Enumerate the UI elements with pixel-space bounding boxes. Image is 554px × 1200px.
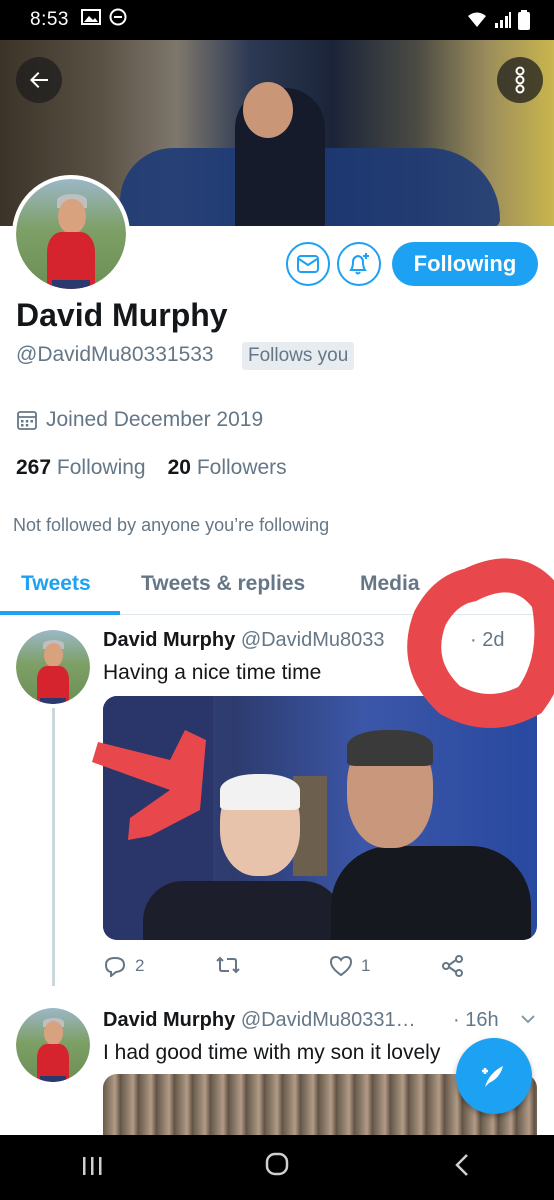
photo-person-2-hair — [347, 730, 433, 766]
tweet-photo[interactable] — [103, 696, 537, 940]
tweet-actions: 2 1 — [103, 955, 537, 985]
followers-count: 20 — [167, 456, 191, 479]
tab-media[interactable]: Media — [360, 572, 420, 596]
photo-person-1-hair — [220, 774, 300, 810]
bell-plus-icon — [349, 253, 369, 275]
message-button[interactable] — [286, 242, 330, 286]
reply-button[interactable]: 2 — [103, 955, 144, 977]
followers-count-link[interactable]: 20 Followers — [168, 456, 287, 480]
gallery-icon — [80, 9, 101, 31]
back-button[interactable] — [16, 57, 62, 103]
joined-label: Joined December 2019 — [46, 408, 264, 431]
following-label: Following — [56, 456, 146, 479]
status-right — [466, 10, 530, 30]
status-bar: 8:53 — [0, 0, 554, 40]
compose-icon — [482, 1066, 503, 1087]
dnd-icon — [109, 8, 127, 32]
avatar-legs — [40, 698, 66, 704]
notifications-button[interactable] — [337, 242, 381, 286]
heart-icon — [329, 955, 353, 977]
profile-avatar[interactable] — [12, 175, 130, 293]
profile-handle: @DavidMu80331533 — [16, 343, 214, 366]
tweet-text: Having a nice time time — [103, 661, 322, 684]
follow-counts: 267 Following 20 Followers — [16, 456, 287, 480]
avatar-face — [57, 198, 87, 234]
retweet-icon — [216, 956, 240, 974]
reply-icon — [104, 956, 126, 977]
compose-button[interactable] — [456, 1038, 532, 1114]
envelope-icon — [297, 255, 319, 273]
photo-person-1 — [143, 881, 343, 940]
avatar-photo — [16, 179, 126, 289]
photo-person-2 — [331, 846, 531, 940]
home-icon[interactable] — [247, 1151, 307, 1185]
tweet-author-name: David Murphy — [103, 1009, 236, 1031]
retweet-button[interactable] — [215, 955, 241, 975]
followers-label: Followers — [196, 456, 287, 479]
tweet-author-name: David Murphy — [103, 629, 236, 651]
like-button[interactable]: 1 — [329, 955, 370, 977]
share-button[interactable] — [441, 955, 465, 977]
share-icon — [442, 955, 463, 977]
not-followed-note: Not followed by anyone you’re following — [13, 515, 330, 535]
tab-tweets-replies[interactable]: Tweets & replies — [141, 572, 305, 596]
chevron-down-icon[interactable] — [520, 1008, 536, 1031]
tab-tweets[interactable]: Tweets — [21, 572, 91, 596]
tweet-avatar[interactable] — [16, 630, 90, 704]
banner-head — [243, 82, 293, 138]
wifi-icon — [468, 12, 486, 27]
joined-date: Joined December 2019 — [16, 408, 263, 432]
tweet-author-handle: @DavidMu8033 — [240, 629, 385, 651]
profile-tabs: Tweets Tweets & replies Media — [0, 560, 554, 615]
recent-apps-icon[interactable] — [62, 1151, 122, 1185]
system-nav-bar — [0, 1135, 554, 1200]
like-count: 1 — [361, 956, 371, 975]
following-button[interactable]: Following — [392, 242, 538, 286]
back-nav-icon[interactable] — [432, 1151, 492, 1185]
more-options-button[interactable] — [497, 57, 543, 103]
reply-count: 2 — [135, 956, 145, 975]
tweet-header[interactable]: David Murphy @DavidMu80331… — [103, 1009, 416, 1032]
arrow-left-icon — [30, 72, 48, 88]
signal-icon — [495, 12, 511, 28]
tweet-time: · 2d — [470, 629, 505, 651]
thread-line — [52, 708, 55, 986]
following-count: 267 — [16, 456, 52, 479]
calendar-icon — [17, 411, 37, 430]
tweet-avatar-photo — [16, 630, 90, 704]
battery-icon — [518, 10, 530, 30]
active-tab-indicator — [0, 611, 120, 615]
tweet-header[interactable]: David Murphy @DavidMu8033 — [103, 629, 385, 652]
tweet-avatar-photo — [16, 1008, 90, 1082]
tweet-time: · 16h — [453, 1009, 499, 1031]
tweet-text: I had good time with my son it lovely — [103, 1041, 441, 1064]
status-time: 8:53 — [30, 9, 69, 30]
tweet-avatar[interactable] — [16, 1008, 90, 1082]
tweet-author-handle: @DavidMu80331… — [240, 1009, 416, 1031]
follows-you-badge: Follows you — [242, 342, 355, 370]
avatar-face — [44, 1021, 64, 1045]
avatar-legs — [52, 280, 90, 289]
profile-name: David Murphy — [16, 297, 228, 333]
avatar-legs — [40, 1076, 66, 1082]
following-count-link[interactable]: 267 Following — [16, 456, 146, 480]
avatar-face — [44, 643, 64, 667]
more-vertical-icon — [515, 66, 525, 94]
